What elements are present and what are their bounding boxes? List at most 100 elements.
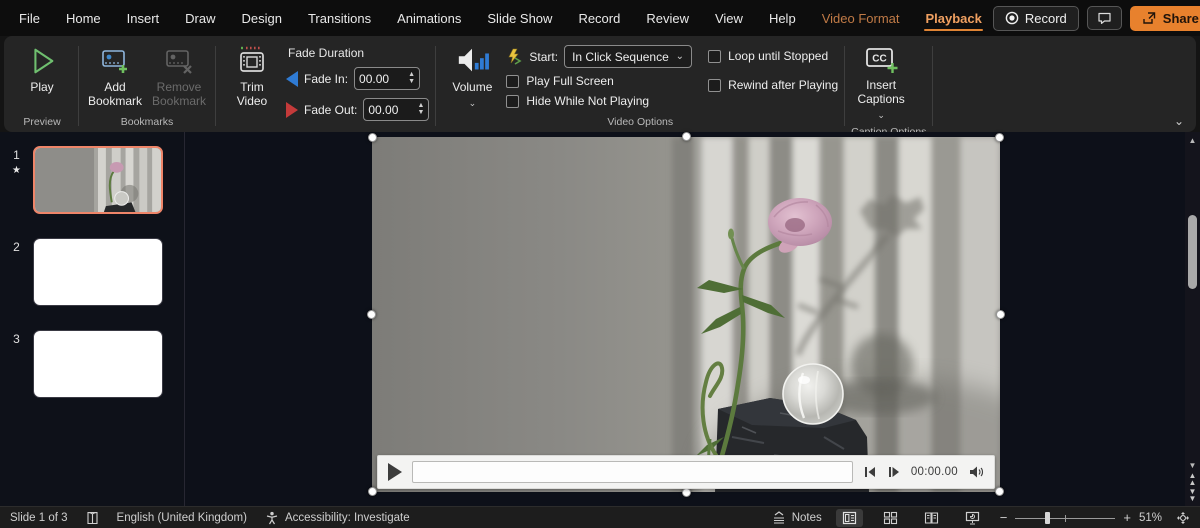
share-button[interactable]: Share ⌄: [1130, 6, 1200, 31]
slide-thumbnail-2[interactable]: [33, 238, 163, 306]
resize-handle-top-left[interactable]: [368, 133, 377, 142]
video-play-button[interactable]: [388, 463, 402, 481]
video-seek-bar[interactable]: [412, 461, 853, 483]
slide-sorter-view-button[interactable]: [877, 509, 904, 527]
menu-help[interactable]: Help: [758, 5, 807, 32]
normal-view-button[interactable]: [836, 509, 863, 527]
notes-button[interactable]: Notes: [772, 511, 822, 524]
menu-review[interactable]: Review: [635, 5, 700, 32]
zoom-level[interactable]: 51%: [1139, 512, 1162, 524]
fade-out-spinner[interactable]: 00.00 ▲▼: [363, 98, 429, 121]
fade-in-spin-arrows[interactable]: ▲▼: [408, 72, 415, 85]
menu-transitions[interactable]: Transitions: [297, 5, 382, 32]
loop-until-stopped-label: Loop until Stopped: [728, 49, 828, 63]
video-object[interactable]: 00:00.00: [372, 137, 1000, 492]
scroll-up-button[interactable]: ▲: [1189, 132, 1197, 149]
next-slide-button[interactable]: ▼▼: [1189, 488, 1197, 502]
accessibility-icon: [265, 511, 279, 525]
menu-animations[interactable]: Animations: [386, 5, 472, 32]
group-video-options: Volume ⌄ Start: In Click Sequence ⌄: [436, 40, 844, 132]
menu-file[interactable]: File: [8, 5, 51, 32]
spell-check-button[interactable]: [86, 511, 99, 525]
group-bookmarks: Add Bookmark Remove Bookmark Bookmarks: [79, 40, 215, 132]
group-label-preview: Preview: [12, 114, 72, 132]
slide-1-row: 1 ★: [0, 146, 184, 214]
menu-draw[interactable]: Draw: [174, 5, 226, 32]
slide-indicator[interactable]: Slide 1 of 3: [10, 512, 68, 524]
fade-duration-header: Fade Duration: [288, 46, 429, 60]
accessibility-button[interactable]: Accessibility: Investigate: [265, 511, 410, 525]
slide-show-icon: [965, 511, 980, 525]
zoom-slider-thumb[interactable]: [1045, 512, 1050, 524]
remove-bookmark-label: Remove Bookmark: [151, 80, 207, 108]
tab-playback-active[interactable]: Playback: [914, 5, 992, 32]
resize-handle-bottom-right[interactable]: [995, 487, 1004, 496]
rewind-after-playing-checkbox[interactable]: Rewind after Playing: [708, 78, 838, 92]
play-full-screen-checkbox[interactable]: Play Full Screen: [506, 74, 692, 88]
fade-in-label: Fade In:: [304, 72, 348, 86]
trim-video-button[interactable]: Trim Video: [222, 42, 282, 111]
menu-view[interactable]: View: [704, 5, 754, 32]
insert-captions-icon: CC: [864, 45, 898, 75]
tab-video-format[interactable]: Video Format: [811, 5, 911, 32]
notes-icon: [772, 511, 786, 524]
reading-view-button[interactable]: [918, 509, 945, 527]
scrollbar-thumb[interactable]: [1188, 215, 1197, 289]
resize-handle-top-right[interactable]: [995, 133, 1004, 142]
slide-show-button[interactable]: [959, 509, 986, 527]
scroll-down-button[interactable]: ▼: [1189, 461, 1197, 470]
resize-handle-middle-left[interactable]: [367, 310, 376, 319]
previous-slide-button[interactable]: ▲▲: [1189, 472, 1197, 486]
resize-handle-bottom-left[interactable]: [368, 487, 377, 496]
resize-handle-top-center[interactable]: [682, 132, 691, 141]
start-label: Start:: [529, 50, 558, 64]
remove-bookmark-button[interactable]: Remove Bookmark: [149, 42, 209, 111]
trim-video-label: Trim Video: [224, 80, 280, 108]
play-button[interactable]: Play: [12, 42, 72, 97]
resize-handle-bottom-center[interactable]: [682, 488, 691, 497]
title-bar: File Home Insert Draw Design Transitions…: [0, 0, 1200, 36]
slide-thumbnail-panel: 1 ★ 2: [0, 132, 185, 506]
loop-until-stopped-checkbox[interactable]: Loop until Stopped: [708, 49, 838, 63]
fade-out-label: Fade Out:: [304, 103, 357, 117]
fit-slide-to-window-button[interactable]: [1176, 511, 1190, 525]
collapse-ribbon-button[interactable]: ⌄: [1174, 114, 1184, 128]
menu-insert[interactable]: Insert: [116, 5, 171, 32]
fade-in-value: 00.00: [359, 72, 408, 86]
move-forward-button[interactable]: [887, 465, 901, 479]
volume-chevron-icon: ⌄: [469, 98, 477, 109]
play-label: Play: [30, 80, 53, 94]
comment-icon: [1097, 11, 1112, 25]
normal-view-icon: [842, 511, 857, 525]
notes-label: Notes: [792, 512, 822, 524]
play-icon: [26, 45, 58, 77]
menu-design[interactable]: Design: [231, 5, 293, 32]
start-dropdown[interactable]: In Click Sequence ⌄: [564, 45, 692, 68]
reading-view-icon: [924, 511, 939, 525]
zoom-out-button[interactable]: −: [1000, 510, 1008, 525]
move-back-button[interactable]: [863, 465, 877, 479]
menu-record[interactable]: Record: [567, 5, 631, 32]
checkbox-icon: [708, 79, 721, 92]
mute-button[interactable]: [968, 465, 984, 479]
resize-handle-middle-right[interactable]: [996, 310, 1005, 319]
insert-captions-button[interactable]: CC Insert Captions ⌄: [851, 42, 911, 124]
language-button[interactable]: English (United Kingdom): [117, 512, 247, 524]
accessibility-label: Accessibility: Investigate: [285, 512, 410, 524]
share-label: Share: [1163, 11, 1199, 26]
slide-thumbnail-1[interactable]: [33, 146, 163, 214]
comments-button[interactable]: [1087, 6, 1122, 30]
zoom-in-button[interactable]: +: [1123, 510, 1131, 525]
zoom-slider[interactable]: [1015, 512, 1115, 524]
record-button[interactable]: Record: [993, 6, 1079, 31]
menu-slide-show[interactable]: Slide Show: [476, 5, 563, 32]
add-bookmark-button[interactable]: Add Bookmark: [85, 42, 145, 111]
volume-button[interactable]: Volume ⌄: [442, 42, 502, 112]
share-icon: [1142, 11, 1157, 25]
slide-thumbnail-3[interactable]: [33, 330, 163, 398]
hide-while-not-playing-checkbox[interactable]: Hide While Not Playing: [506, 94, 692, 108]
play-full-screen-label: Play Full Screen: [526, 74, 613, 88]
menu-home[interactable]: Home: [55, 5, 112, 32]
fade-in-spinner[interactable]: 00.00 ▲▼: [354, 67, 420, 90]
fade-out-spin-arrows[interactable]: ▲▼: [417, 103, 424, 116]
